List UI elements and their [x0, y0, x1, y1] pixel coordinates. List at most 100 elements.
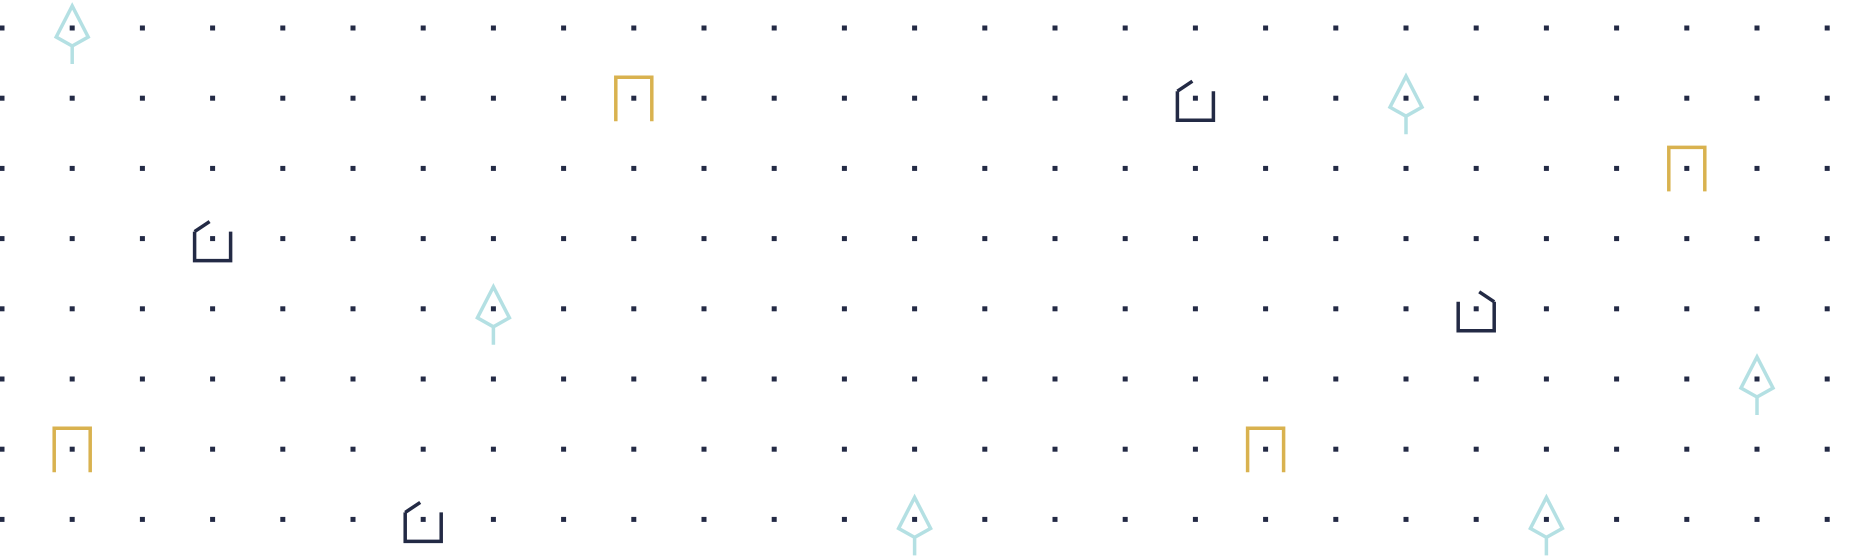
- grid-dot: [139, 376, 145, 382]
- grid-dot: [1192, 376, 1198, 382]
- grid-dot: [0, 25, 5, 31]
- grid-dot: [982, 25, 988, 31]
- grid-dot: [1263, 236, 1269, 242]
- grid-dot: [210, 516, 216, 522]
- grid-dot: [210, 25, 216, 31]
- grid-dot: [1614, 376, 1620, 382]
- grid-dot: [0, 236, 5, 242]
- grid-dot: [1824, 376, 1830, 382]
- grid-dot: [982, 165, 988, 171]
- grid-dot: [139, 516, 145, 522]
- grid-dot: [490, 165, 496, 171]
- grid-dot: [1403, 165, 1409, 171]
- grid-dot: [1403, 516, 1409, 522]
- grid-dot: [490, 236, 496, 242]
- grid-dot: [69, 165, 75, 171]
- grid-dot: [1052, 376, 1058, 382]
- grid-dot: [1403, 446, 1409, 452]
- grid-dot: [1333, 95, 1339, 101]
- grid-dot: [1614, 95, 1620, 101]
- grid-dot: [1614, 516, 1620, 522]
- grid-dot: [350, 446, 356, 452]
- grid-dot: [1192, 236, 1198, 242]
- grid-dot: [490, 95, 496, 101]
- grid-dot: [701, 95, 707, 101]
- grid-dot: [1192, 95, 1198, 101]
- grid-dot: [1754, 376, 1760, 382]
- grid-dot: [1052, 236, 1058, 242]
- grid-dot: [1263, 446, 1269, 452]
- grid-dot: [1263, 25, 1269, 31]
- grid-dot: [490, 306, 496, 312]
- grid-dot: [490, 376, 496, 382]
- grid-dot: [841, 306, 847, 312]
- grid-dot: [210, 446, 216, 452]
- grid-dot: [139, 306, 145, 312]
- grid-dot: [69, 95, 75, 101]
- grid-dot: [69, 376, 75, 382]
- grid-dot: [912, 446, 918, 452]
- grid-dot: [1192, 516, 1198, 522]
- grid-dot: [139, 236, 145, 242]
- grid-dot: [1403, 236, 1409, 242]
- grid-dot: [210, 236, 216, 242]
- grid-dot: [1263, 306, 1269, 312]
- grid-dot: [631, 236, 637, 242]
- grid-dot: [1473, 446, 1479, 452]
- grid-dot: [280, 95, 286, 101]
- grid-dot: [1403, 95, 1409, 101]
- grid-dot: [1403, 306, 1409, 312]
- grid-dot: [1263, 95, 1269, 101]
- grid-dot: [561, 165, 567, 171]
- background: [0, 0, 1866, 557]
- grid-dot: [69, 516, 75, 522]
- grid-dot: [1754, 25, 1760, 31]
- grid-dot: [631, 165, 637, 171]
- grid-dot: [771, 236, 777, 242]
- grid-dot: [1473, 236, 1479, 242]
- grid-dot: [1052, 306, 1058, 312]
- grid-dot: [1684, 306, 1690, 312]
- grid-dot: [982, 236, 988, 242]
- grid-dot: [631, 516, 637, 522]
- grid-dot: [701, 165, 707, 171]
- grid-dot: [0, 446, 5, 452]
- grid-dot: [0, 165, 5, 171]
- grid-dot: [1754, 446, 1760, 452]
- grid-dot: [69, 236, 75, 242]
- grid-dot: [420, 446, 426, 452]
- grid-dot: [1122, 446, 1128, 452]
- grid-dot: [841, 446, 847, 452]
- grid-dot: [1122, 95, 1128, 101]
- grid-dot: [1122, 516, 1128, 522]
- grid-dot: [1052, 25, 1058, 31]
- grid-dot: [1684, 516, 1690, 522]
- grid-dot: [771, 376, 777, 382]
- grid-dot: [1614, 306, 1620, 312]
- grid-dot: [490, 516, 496, 522]
- grid-dot: [701, 446, 707, 452]
- grid-dot: [1614, 25, 1620, 31]
- grid-dot: [1543, 236, 1549, 242]
- grid-dot: [280, 376, 286, 382]
- grid-dot: [350, 25, 356, 31]
- grid-dot: [1122, 25, 1128, 31]
- grid-dot: [1333, 446, 1339, 452]
- grid-dot: [210, 306, 216, 312]
- grid-dot: [1824, 236, 1830, 242]
- grid-dot: [561, 516, 567, 522]
- grid-dot: [1122, 306, 1128, 312]
- grid-dot: [1122, 165, 1128, 171]
- grid-dot: [912, 376, 918, 382]
- dot-grid-pattern: [0, 0, 1866, 557]
- grid-dot: [1122, 376, 1128, 382]
- grid-dot: [982, 95, 988, 101]
- grid-dot: [1473, 306, 1479, 312]
- grid-dot: [912, 95, 918, 101]
- grid-dot: [420, 25, 426, 31]
- grid-dot: [1824, 165, 1830, 171]
- grid-dot: [771, 306, 777, 312]
- grid-dot: [1333, 236, 1339, 242]
- grid-dot: [1824, 446, 1830, 452]
- grid-dot: [139, 446, 145, 452]
